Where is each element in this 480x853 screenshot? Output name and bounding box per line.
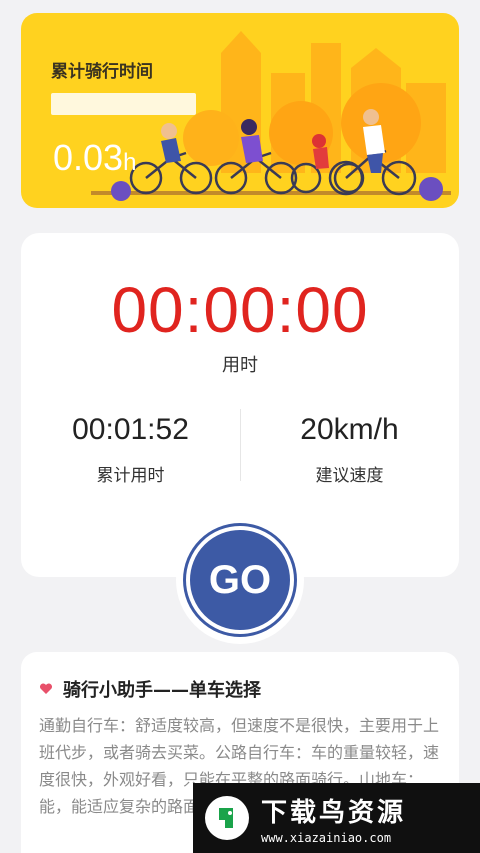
watermark-text: 下载鸟资源 www.xiazainiao.com — [261, 792, 406, 845]
elapsed-timer: 00:00:00 — [111, 274, 369, 346]
cumulative-time-stat: 00:01:52 累计用时 — [21, 413, 240, 486]
watermark-title: 下载鸟资源 — [261, 797, 407, 828]
suggested-speed-value: 20km/h — [300, 413, 399, 446]
total-riding-hours-value: 0.03 — [53, 137, 124, 178]
watermark: 下载鸟资源 www.xiazainiao.com — [193, 783, 480, 853]
elapsed-timer-label: 用时 — [222, 355, 258, 376]
cumulative-time-label: 累计用时 — [96, 466, 165, 486]
total-riding-hours-unit: h — [123, 149, 137, 176]
suggested-speed-label: 建议速度 — [315, 466, 384, 486]
watermark-url: www.xiazainiao.com — [261, 830, 392, 845]
tips-header: 骑行小助手——单车选择 — [39, 676, 261, 702]
cumulative-time-value: 00:01:52 — [72, 413, 189, 446]
banner-title: 累计骑行时间 — [51, 62, 153, 82]
go-button-ring: GO — [176, 516, 304, 644]
bird-logo-icon — [205, 796, 249, 840]
banner-subtitle — [51, 93, 196, 115]
heart-icon — [39, 683, 53, 694]
riding-time-banner: 累计骑行时间 0.03h — [21, 13, 459, 208]
suggested-speed-stat: 20km/h 建议速度 — [240, 413, 459, 486]
total-riding-hours: 0.03h — [53, 137, 136, 179]
tips-title: 骑行小助手——单车选择 — [63, 680, 261, 701]
go-button[interactable]: GO — [186, 526, 294, 634]
